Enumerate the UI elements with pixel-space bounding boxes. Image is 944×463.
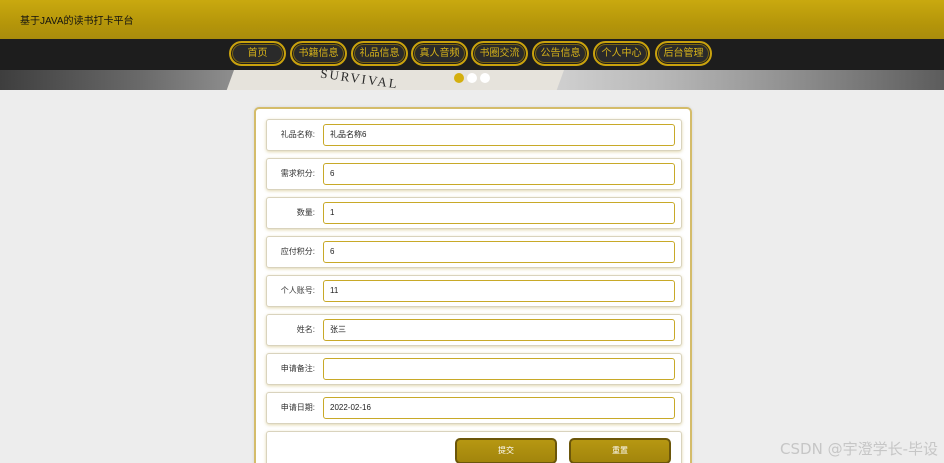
nav-item-audio[interactable]: 真人音频 <box>411 41 468 66</box>
nav-item-profile[interactable]: 个人中心 <box>593 41 650 66</box>
apply-date-input[interactable]: 2022-02-16 <box>323 397 675 419</box>
payable-points-input[interactable]: 6 <box>323 241 675 263</box>
form-row-remark: 申请备注: <box>266 353 682 385</box>
gift-application-form: 礼品名称: 礼品名称6 需求积分: 6 数量: 1 应付积分: 6 个人账号: … <box>254 107 692 463</box>
apply-date-label: 申请日期: <box>280 403 315 412</box>
nav-item-announcements[interactable]: 公告信息 <box>532 41 589 66</box>
nav-item-admin[interactable]: 后台管理 <box>655 41 712 66</box>
quantity-label: 数量: <box>296 208 315 217</box>
name-label: 姓名: <box>296 325 315 334</box>
account-label: 个人账号: <box>280 286 315 295</box>
nav-item-community[interactable]: 书圈交流 <box>471 41 528 66</box>
gift-name-input[interactable]: 礼品名称6 <box>323 124 675 146</box>
site-title: 基于JAVA的读书打卡平台 <box>20 16 134 27</box>
carousel-dot-3[interactable] <box>480 73 490 83</box>
form-actions: 提交 重置 <box>266 431 682 463</box>
submit-button[interactable]: 提交 <box>455 438 557 463</box>
gift-name-label: 礼品名称: <box>280 130 315 139</box>
account-input[interactable]: 11 <box>323 280 675 302</box>
form-row-gift-name: 礼品名称: 礼品名称6 <box>266 119 682 151</box>
form-row-payable-points: 应付积分: 6 <box>266 236 682 268</box>
reset-button[interactable]: 重置 <box>569 438 671 463</box>
name-input[interactable]: 张三 <box>323 319 675 341</box>
form-row-required-points: 需求积分: 6 <box>266 158 682 190</box>
form-row-apply-date: 申请日期: 2022-02-16 <box>266 392 682 424</box>
carousel-dot-2[interactable] <box>467 73 477 83</box>
nav-item-gifts[interactable]: 礼品信息 <box>351 41 408 66</box>
site-header: 基于JAVA的读书打卡平台 <box>0 0 944 39</box>
main-nav: 首页 书籍信息 礼品信息 真人音频 书圈交流 公告信息 个人中心 后台管理 <box>0 39 944 70</box>
watermark: CSDN @宇澄学长-毕设 <box>780 440 938 458</box>
required-points-input[interactable]: 6 <box>323 163 675 185</box>
quantity-input[interactable]: 1 <box>323 202 675 224</box>
remark-input[interactable] <box>323 358 675 380</box>
nav-item-home[interactable]: 首页 <box>229 41 286 66</box>
nav-item-books[interactable]: 书籍信息 <box>290 41 347 66</box>
form-row-quantity: 数量: 1 <box>266 197 682 229</box>
form-row-name: 姓名: 张三 <box>266 314 682 346</box>
remark-label: 申请备注: <box>280 364 315 373</box>
payable-points-label: 应付积分: <box>280 247 315 256</box>
required-points-label: 需求积分: <box>280 169 315 178</box>
carousel-dot-1[interactable] <box>454 73 464 83</box>
form-row-account: 个人账号: 11 <box>266 275 682 307</box>
